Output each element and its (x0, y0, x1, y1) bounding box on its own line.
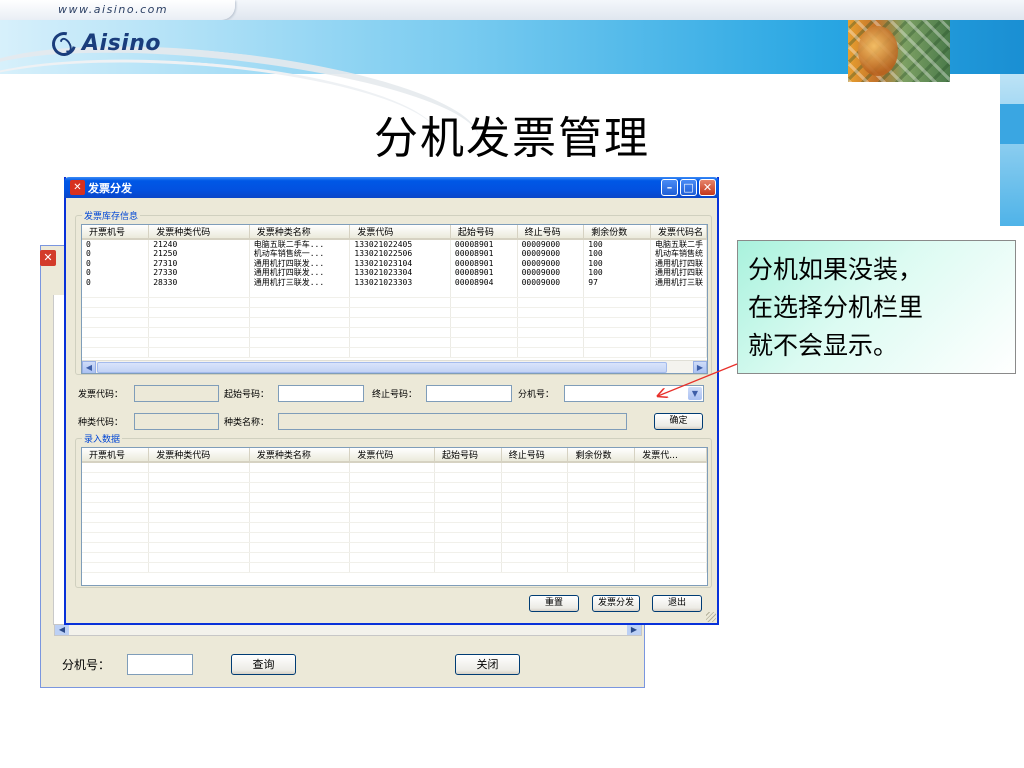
slide: www.aisino.com Aisino 分机发票管理 ✕ ◀ ▶ 分机号： … (0, 0, 1024, 768)
callout-arrow (0, 363, 738, 768)
